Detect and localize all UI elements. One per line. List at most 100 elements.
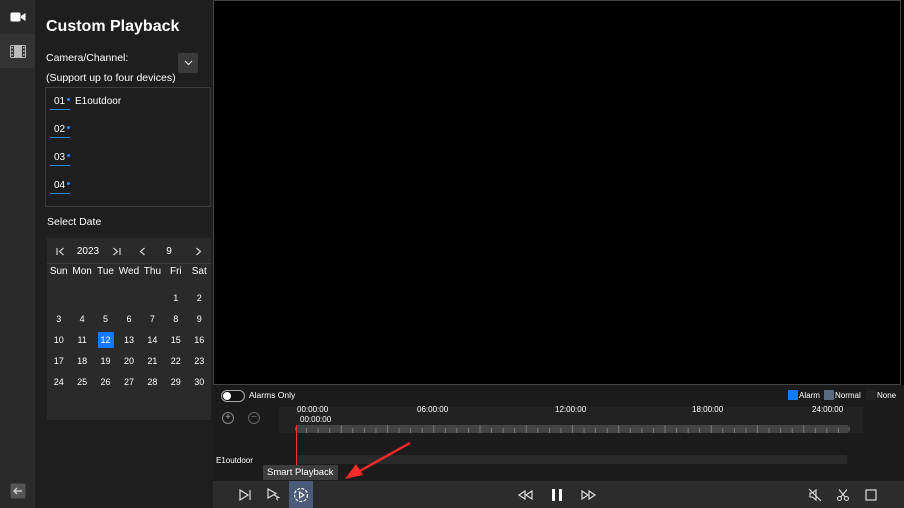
calendar-day-number: 4 [79, 313, 85, 324]
calendar-day[interactable]: 21 [141, 350, 164, 371]
calendar-empty-cell [94, 287, 117, 308]
legend-swatch [788, 390, 798, 400]
calendar-day-number: 29 [170, 376, 181, 387]
next-month-button[interactable] [191, 238, 205, 264]
legend-swatch [866, 390, 876, 400]
calendar-day[interactable]: 30 [188, 371, 211, 392]
calendar-day[interactable]: 22 [164, 350, 187, 371]
fullscreen-button[interactable] [859, 481, 883, 508]
calendar-day-number: 8 [173, 313, 179, 324]
calendar-day-number: 6 [126, 313, 132, 324]
live-view-camera-icon[interactable] [0, 0, 35, 34]
smart-playback-button[interactable] [289, 481, 313, 508]
calendar-day-number: 26 [100, 376, 111, 387]
calendar-day[interactable]: 14 [141, 329, 164, 350]
chevron-right-icon [195, 247, 201, 255]
calendar-day[interactable]: 10 [47, 329, 70, 350]
calendar-day-number: 21 [147, 355, 158, 366]
prev-month-button[interactable] [135, 238, 149, 264]
calendar-day-number: 25 [77, 376, 88, 387]
calendar-day[interactable]: 8 [164, 308, 187, 329]
calendar-day[interactable]: 20 [117, 350, 140, 371]
calendar-day[interactable]: 3 [47, 308, 70, 329]
prev-year-button[interactable] [53, 238, 67, 264]
zoom-in-button[interactable]: + [222, 412, 234, 424]
weekday-label: Tue [97, 266, 114, 277]
calendar-day[interactable]: 27 [117, 371, 140, 392]
clip-button[interactable] [831, 481, 855, 508]
channel-slot-2[interactable]: 02 [50, 124, 210, 144]
calendar-day[interactable]: 26 [94, 371, 117, 392]
next-year-button[interactable] [109, 238, 123, 264]
calendar-day[interactable]: 11 [70, 329, 93, 350]
calendar-day-number: 22 [170, 355, 181, 366]
calendar-day[interactable]: 12 [94, 329, 117, 350]
calendar-day-number: 23 [194, 355, 205, 366]
weekday-label: Wed [118, 266, 140, 277]
calendar-empty-cell [117, 287, 140, 308]
calendar-day[interactable]: 25 [70, 371, 93, 392]
smart-playback-tooltip: Smart Playback [263, 465, 338, 480]
calendar-day[interactable]: 28 [141, 371, 164, 392]
device-track[interactable] [297, 455, 847, 464]
tick-label: 12:00:00 [555, 405, 587, 414]
timeline-scrubber[interactable] [295, 425, 850, 433]
square-icon [865, 488, 877, 501]
calendar-day[interactable]: 19 [94, 350, 117, 371]
weekday-header: Sun Mon Tue Wed Thu Fri Sat [47, 266, 211, 282]
calendar-day[interactable]: 13 [117, 329, 140, 350]
calendar-day-number: 20 [123, 355, 134, 366]
calendar-empty-cell [47, 287, 70, 308]
calendar-day-number [121, 290, 137, 306]
step-play-button[interactable] [233, 481, 257, 508]
calendar-day[interactable]: 4 [70, 308, 93, 329]
channel-name: E1outdoor [75, 96, 122, 107]
channel-indicator [67, 98, 70, 101]
calendar-day[interactable]: 15 [164, 329, 187, 350]
legend-label: Normal [835, 390, 861, 400]
calendar-day-number: 19 [100, 355, 111, 366]
camera-dropdown-button[interactable] [178, 53, 198, 73]
calendar-days: 1 2 3 4 5 6 7 8 9 10 11 12 13 14 15 16 17 18 19 20 21 22 23 24 2… [47, 287, 211, 392]
mute-button[interactable] [803, 481, 827, 508]
collapse-arrow-left-icon[interactable] [0, 474, 35, 508]
legend-normal: Normal [824, 390, 861, 400]
calendar-day[interactable]: 5 [94, 308, 117, 329]
calendar-day[interactable]: 16 [188, 329, 211, 350]
calendar-week: 10 11 12 13 14 15 16 [47, 329, 211, 350]
tick-label: 24:00:00 [812, 405, 844, 414]
calendar-day[interactable]: 23 [188, 350, 211, 371]
legend-label: Alarm [799, 390, 820, 400]
calendar-day[interactable]: 6 [117, 308, 140, 329]
alarms-only-toggle[interactable] [221, 390, 245, 402]
fast-forward-button[interactable] [577, 481, 601, 508]
weekday-label: Sat [191, 266, 207, 277]
scale-ticks [295, 425, 850, 433]
video-display[interactable] [213, 0, 901, 385]
channel-slot-4[interactable]: 04 [50, 180, 210, 200]
channel-slot-1[interactable]: 01 E1outdoor [50, 96, 210, 116]
channel-indicator [67, 154, 70, 157]
calendar-day[interactable]: 1 [164, 287, 187, 308]
calendar-day[interactable]: 7 [141, 308, 164, 329]
clip-play-button[interactable] [261, 481, 285, 508]
calendar-week: 24 25 26 27 28 29 30 [47, 371, 211, 392]
date-calendar: 2023 9 Sun Mon Tue Wed Thu Fri Sat 1 2 3 4 5 6 7 8 9 10… [47, 238, 211, 420]
calendar-day-number: 16 [194, 334, 205, 345]
calendar-day[interactable]: 24 [47, 371, 70, 392]
calendar-day[interactable]: 9 [188, 308, 211, 329]
calendar-day-number: 27 [123, 376, 134, 387]
calendar-day[interactable]: 29 [164, 371, 187, 392]
play-cursor-icon [267, 488, 280, 501]
zoom-out-button[interactable]: − [248, 412, 260, 424]
playback-film-icon[interactable] [0, 34, 35, 68]
calendar-day-number: 14 [147, 334, 158, 345]
channel-slot-3[interactable]: 03 [50, 152, 210, 172]
calendar-day-number: 2 [196, 292, 202, 303]
calendar-day[interactable]: 18 [70, 350, 93, 371]
calendar-day[interactable]: 2 [188, 287, 211, 308]
rewind-button[interactable] [513, 481, 537, 508]
calendar-day[interactable]: 17 [47, 350, 70, 371]
pause-button[interactable] [545, 481, 569, 508]
tick-label: 00:00:00 [297, 405, 329, 414]
